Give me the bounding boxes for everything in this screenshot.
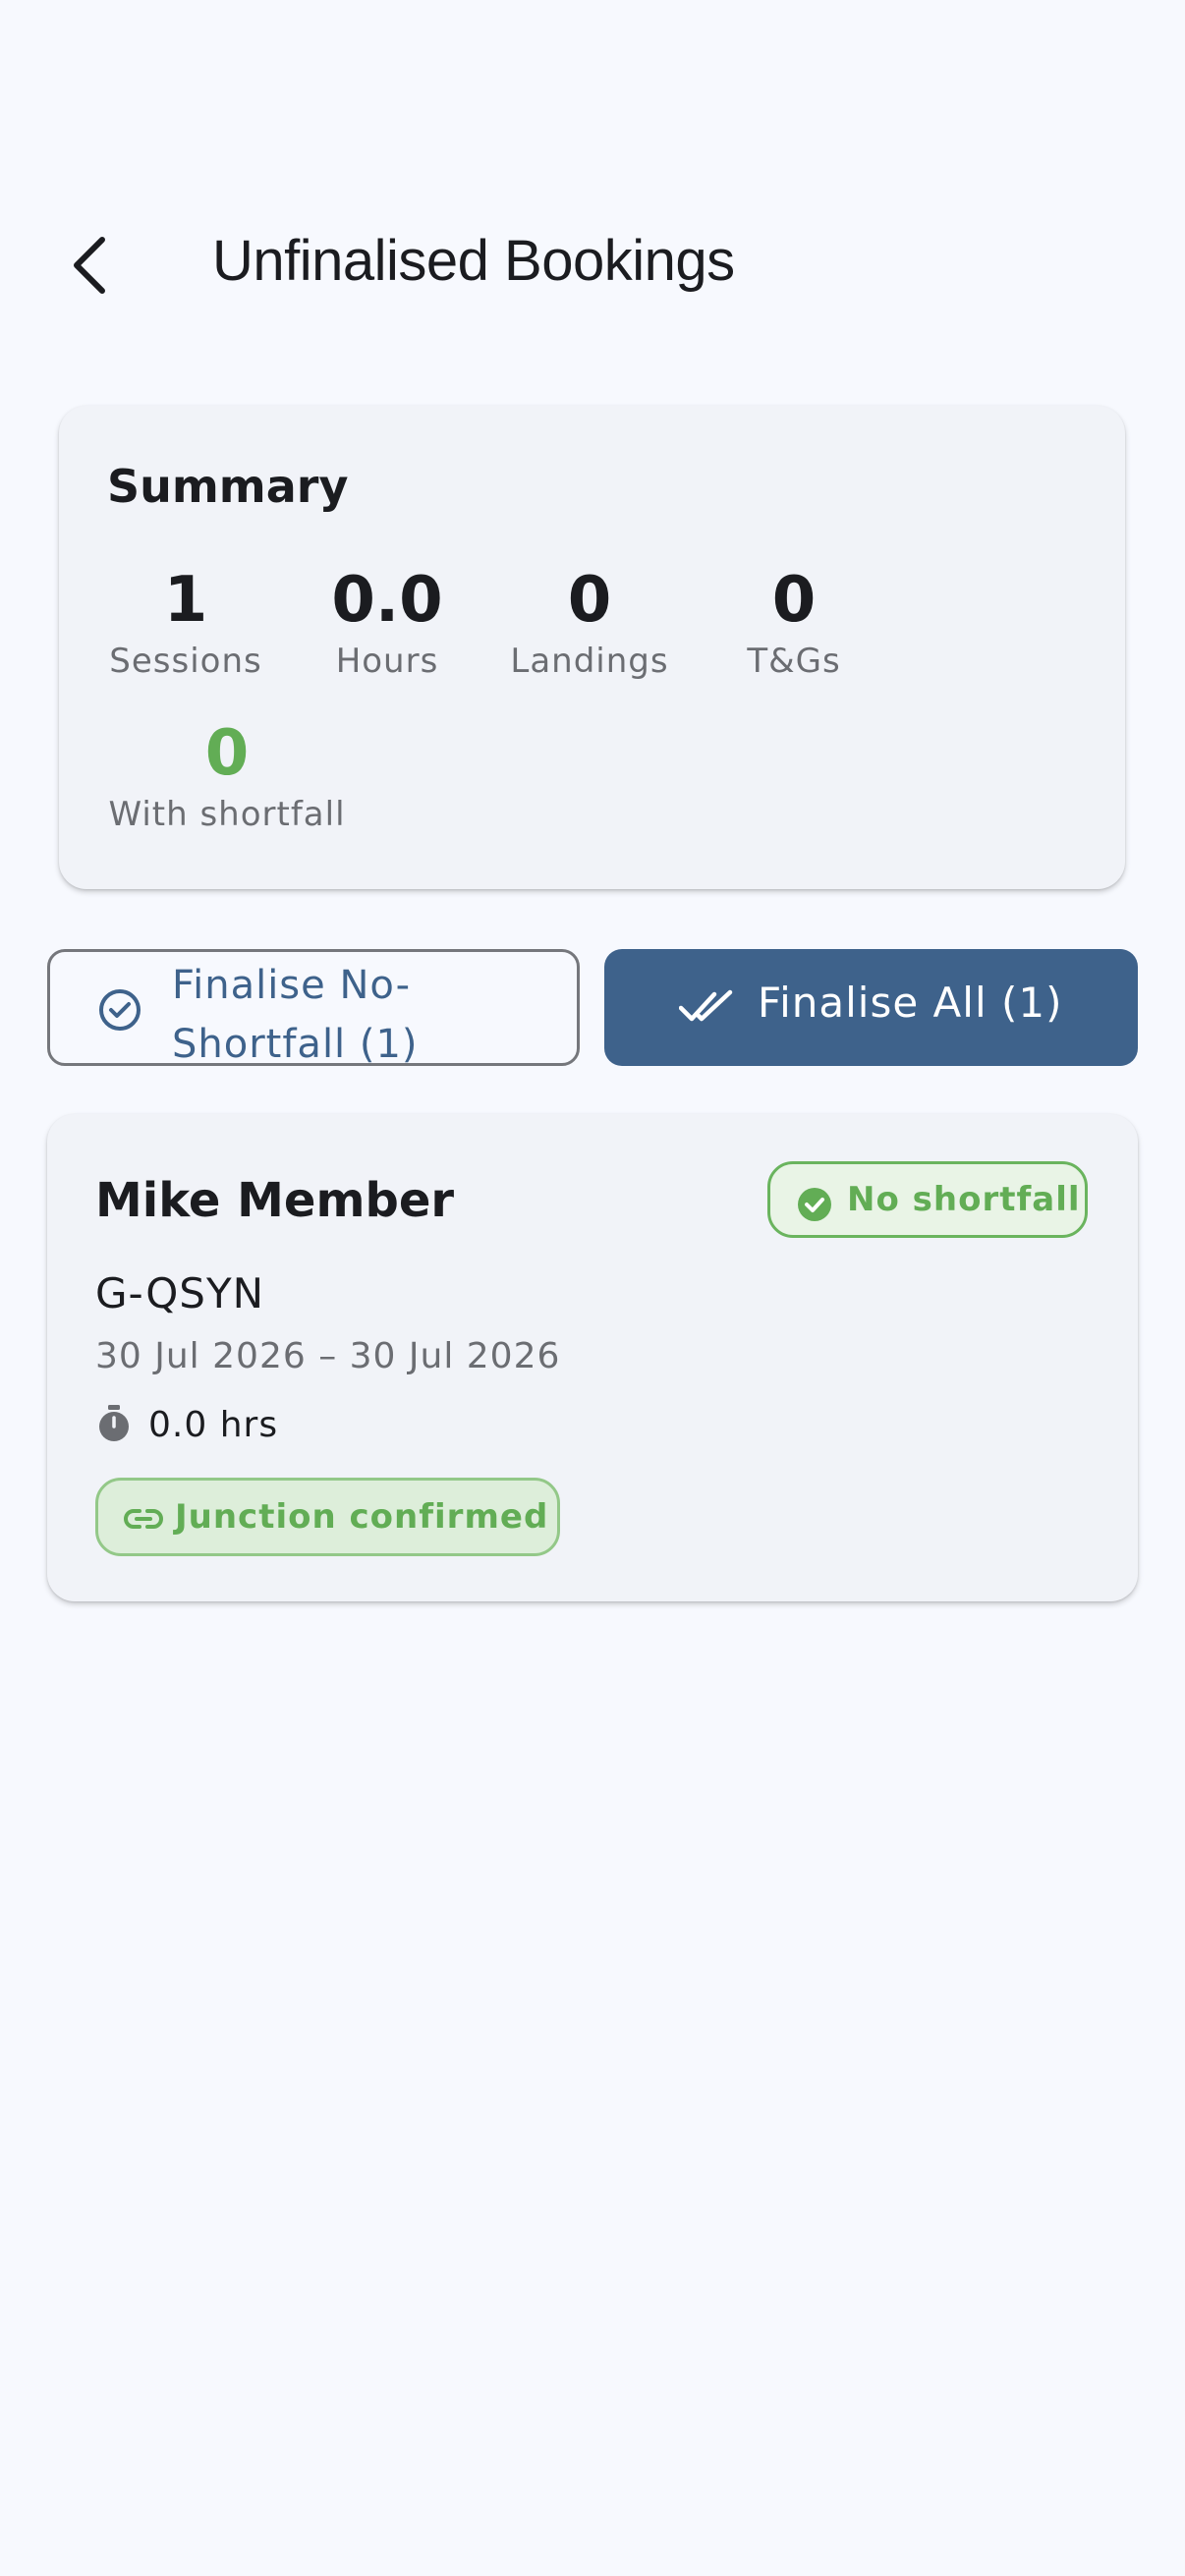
- stat-touch-and-goes: 0 T&Gs: [740, 569, 848, 681]
- no-shortfall-label: No shortfall: [847, 1180, 1081, 1219]
- chevron-left-icon: [74, 237, 105, 294]
- done-all-icon: [679, 989, 733, 1022]
- page-title: Unfinalised Bookings: [212, 229, 735, 293]
- stat-sessions: 1 Sessions: [107, 569, 264, 681]
- stat-value: 0: [204, 717, 250, 790]
- stat-value: 0.0: [331, 564, 443, 637]
- stat-value: 1: [163, 564, 208, 637]
- top-app-bar: Unfinalised Bookings: [0, 187, 1185, 344]
- summary-card: Summary 1 Sessions 0.0 Hours 0 Landings …: [59, 406, 1125, 889]
- stat-label: Sessions: [109, 642, 262, 681]
- booking-card[interactable]: Mike Member No shortfall G-QSYN 30 Jul 2…: [47, 1114, 1138, 1601]
- booking-dates: 30 Jul 2026 – 30 Jul 2026: [95, 1336, 561, 1376]
- stat-hours: 0.0 Hours: [318, 569, 456, 681]
- timer-icon: [99, 1405, 129, 1441]
- link-icon: [124, 1509, 163, 1529]
- summary-title: Summary: [107, 460, 349, 513]
- stat-label: With shortfall: [108, 795, 346, 834]
- check-circle-icon: [798, 1188, 831, 1221]
- finalise-no-shortfall-label: Finalise No-Shortfall (1): [172, 963, 419, 1067]
- junction-confirmed-badge: Junction confirmed: [95, 1478, 560, 1556]
- check-circle-outline-icon: [99, 989, 141, 1031]
- finalise-no-shortfall-button[interactable]: Finalise No-Shortfall (1): [47, 949, 580, 1067]
- no-shortfall-badge: No shortfall: [767, 1161, 1088, 1238]
- member-name: Mike Member: [95, 1173, 455, 1228]
- finalise-all-button[interactable]: Finalise All (1): [604, 949, 1138, 1066]
- flight-hours: 0.0 hrs: [148, 1405, 279, 1445]
- stat-label: T&Gs: [747, 642, 841, 681]
- stat-label: Landings: [510, 642, 669, 681]
- stat-label: Hours: [335, 642, 439, 681]
- back-button[interactable]: [41, 216, 140, 314]
- aircraft-registration: G-QSYN: [95, 1269, 265, 1317]
- stat-landings: 0 Landings: [506, 569, 673, 681]
- junction-confirmed-label: Junction confirmed: [175, 1497, 549, 1537]
- finalise-all-label: Finalise All (1): [758, 979, 1063, 1027]
- stat-value: 0: [567, 564, 612, 637]
- stat-with-shortfall: 0 With shortfall: [107, 722, 347, 834]
- stat-value: 0: [771, 564, 817, 637]
